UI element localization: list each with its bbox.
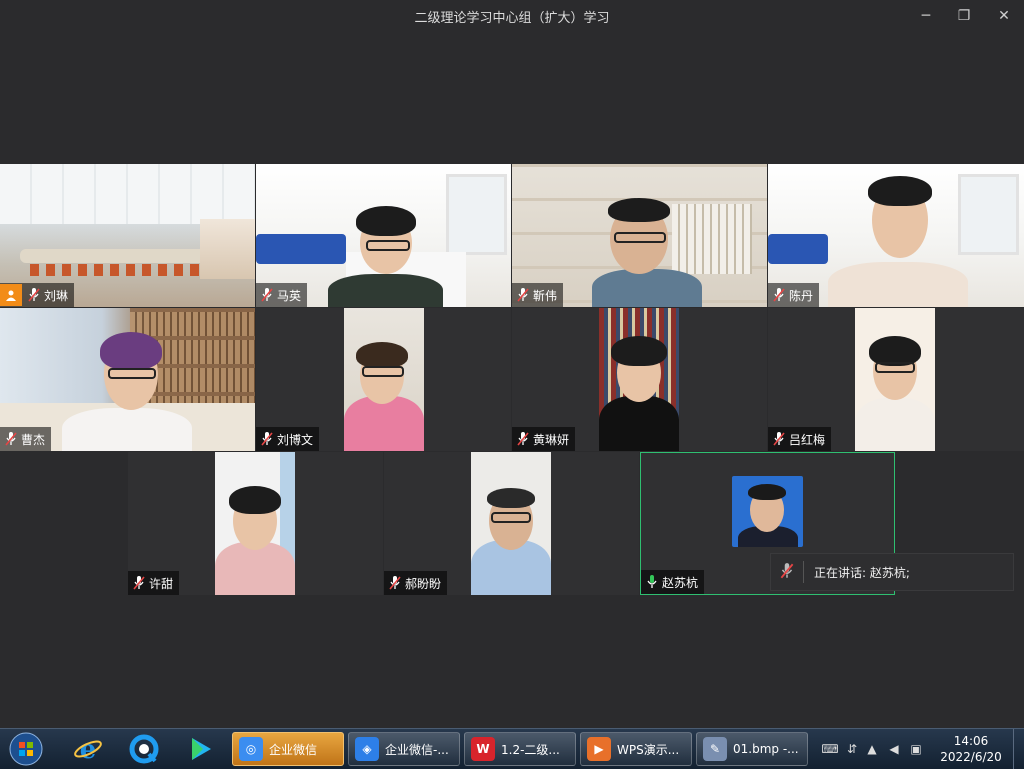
window-title: 二级理论学习中心组（扩大）学习 bbox=[414, 11, 610, 26]
video-tile[interactable]: 刘琳 bbox=[0, 164, 255, 307]
close-button[interactable]: ✕ bbox=[990, 4, 1018, 28]
participant-name: 曹杰 bbox=[21, 432, 46, 447]
participant-label: 吕红梅 bbox=[768, 427, 832, 451]
taskbar-button-wps-writer[interactable]: W 1.2-二级... bbox=[464, 732, 576, 766]
participant-name: 吕红梅 bbox=[789, 432, 826, 447]
taskbar-button-paint[interactable]: ✎ 01.bmp -... bbox=[696, 732, 808, 766]
speaking-text: 正在讲话: 赵苏杭; bbox=[814, 565, 910, 580]
mic-muted-icon bbox=[516, 287, 530, 303]
participant-label: 曹杰 bbox=[0, 427, 52, 451]
video-tile[interactable]: 吕红梅 bbox=[768, 308, 1024, 451]
divider bbox=[803, 561, 804, 583]
participant-name: 靳伟 bbox=[533, 288, 558, 303]
video-tile[interactable]: 刘博文 bbox=[256, 308, 511, 451]
video-tile[interactable]: 曹杰 bbox=[0, 308, 255, 451]
video-tile[interactable]: 黄琳妍 bbox=[512, 308, 767, 451]
participant-name: 刘博文 bbox=[277, 432, 314, 447]
participant-label: 赵苏杭 bbox=[641, 570, 705, 594]
mic-muted-icon bbox=[772, 287, 786, 303]
participant-name: 刘琳 bbox=[44, 288, 69, 303]
mic-muted-icon bbox=[516, 431, 530, 447]
video-tile[interactable]: 许甜 bbox=[128, 452, 383, 595]
participant-label: 刘琳 bbox=[0, 283, 75, 307]
minimize-button[interactable]: ─ bbox=[912, 4, 940, 28]
wecom-icon: ◎ bbox=[239, 737, 263, 761]
participant-label: 陈丹 bbox=[768, 283, 820, 307]
title-bar: 二级理论学习中心组（扩大）学习 ─ ❐ ✕ bbox=[0, 0, 1024, 32]
qq-browser-icon[interactable] bbox=[124, 731, 164, 767]
video-tile[interactable]: 郝盼盼 bbox=[384, 452, 639, 595]
language-bar-icon[interactable]: ⇵ bbox=[844, 741, 860, 757]
participant-video bbox=[344, 308, 424, 451]
mic-muted-icon bbox=[4, 431, 18, 447]
video-player-icon[interactable] bbox=[180, 731, 220, 767]
host-badge-icon bbox=[0, 284, 22, 306]
system-tray: ⌨ ⇵ ▲ ◀ ▣ 14:06 2022/6/20 bbox=[816, 729, 1024, 769]
mic-muted-icon bbox=[772, 431, 786, 447]
participant-name: 马英 bbox=[277, 288, 302, 303]
wecom-meeting-icon: ◈ bbox=[355, 737, 379, 761]
maximize-button[interactable]: ❐ bbox=[950, 4, 978, 28]
mic-muted-icon[interactable] bbox=[779, 562, 795, 583]
show-hidden-icons-icon[interactable]: ▲ bbox=[864, 741, 880, 757]
mic-muted-icon bbox=[27, 287, 41, 303]
avatar bbox=[732, 476, 803, 547]
mic-active-icon bbox=[645, 574, 659, 590]
participant-video bbox=[215, 452, 295, 595]
network-icon[interactable]: ▣ bbox=[908, 741, 924, 757]
speaking-indicator[interactable]: 正在讲话: 赵苏杭; bbox=[770, 553, 1014, 591]
clock-time[interactable]: 14:06 bbox=[936, 734, 1006, 748]
participant-label: 刘博文 bbox=[256, 427, 320, 451]
mic-muted-icon bbox=[388, 575, 402, 591]
keyboard-icon[interactable]: ⌨ bbox=[821, 741, 838, 757]
participant-label: 黄琳妍 bbox=[512, 427, 576, 451]
participant-name: 许甜 bbox=[149, 576, 174, 591]
video-tile[interactable]: 靳伟 bbox=[512, 164, 767, 307]
participant-video bbox=[471, 452, 551, 595]
video-tile[interactable]: 陈丹 bbox=[768, 164, 1024, 307]
participant-name: 陈丹 bbox=[789, 288, 814, 303]
participant-name: 郝盼盼 bbox=[405, 576, 442, 591]
mic-muted-icon bbox=[260, 287, 274, 303]
mic-muted-icon bbox=[260, 431, 274, 447]
start-orb-icon[interactable] bbox=[6, 731, 46, 767]
show-desktop-button[interactable] bbox=[1013, 729, 1024, 769]
mic-muted-icon bbox=[132, 575, 146, 591]
paint-icon: ✎ bbox=[703, 737, 727, 761]
taskbar: e ◎ 企业微信 ◈ 企业微信-... W 1.2-二级... ▶ WPS演示.… bbox=[0, 728, 1024, 769]
participant-label: 马英 bbox=[256, 283, 308, 307]
ie-icon[interactable]: e bbox=[68, 731, 108, 767]
svg-text:e: e bbox=[80, 735, 97, 764]
wps-writer-icon: W bbox=[471, 737, 495, 761]
participant-name: 赵苏杭 bbox=[662, 575, 699, 590]
taskbar-button-wecom-meeting[interactable]: ◈ 企业微信-... bbox=[348, 732, 460, 766]
meeting-window: 二级理论学习中心组（扩大）学习 ─ ❐ ✕ 刘琳 马英 靳伟 陈丹 曹杰 刘博文… bbox=[0, 0, 1024, 728]
participant-video bbox=[855, 308, 935, 451]
wps-presentation-icon: ▶ bbox=[587, 737, 611, 761]
volume-icon[interactable]: ◀ bbox=[886, 741, 902, 757]
taskbar-button-wps-presentation[interactable]: ▶ WPS演示... bbox=[580, 732, 692, 766]
participant-label: 郝盼盼 bbox=[384, 571, 448, 595]
participant-name: 黄琳妍 bbox=[533, 432, 570, 447]
participant-label: 许甜 bbox=[128, 571, 180, 595]
clock-date[interactable]: 2022/6/20 bbox=[936, 750, 1006, 764]
participant-label: 靳伟 bbox=[512, 283, 564, 307]
video-tile[interactable]: 马英 bbox=[256, 164, 511, 307]
participant-video bbox=[599, 308, 679, 451]
taskbar-button-wecom[interactable]: ◎ 企业微信 bbox=[232, 732, 344, 766]
